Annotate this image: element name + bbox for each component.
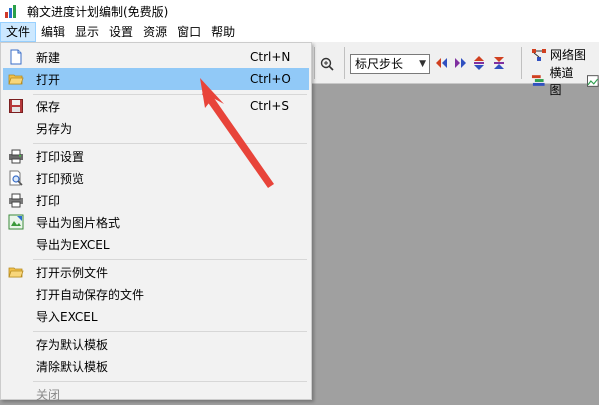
menu-icon-placeholder	[8, 336, 24, 352]
menu-item-shortcut: Ctrl+N	[250, 50, 291, 64]
menu-help[interactable]: 帮助	[206, 22, 240, 42]
menu-edit[interactable]: 编辑	[36, 22, 70, 42]
toolbar: 标尺步长 ▼ 网络图 横道图	[312, 42, 599, 97]
menu-item-label: 清除默认模板	[36, 359, 109, 374]
menu-item-new[interactable]: 新建 Ctrl+N	[3, 46, 309, 68]
menu-item-label: 打印设置	[36, 149, 85, 164]
menu-item-label: 导出为EXCEL	[36, 237, 110, 252]
menu-item-label: 导入EXCEL	[36, 309, 98, 324]
toolbar-separator	[314, 47, 315, 79]
menu-icon-placeholder	[8, 286, 24, 302]
image-icon[interactable]	[587, 75, 599, 87]
toolbar-separator	[344, 47, 345, 79]
zoom-icon[interactable]	[320, 57, 334, 71]
menu-item-save-as[interactable]: 另存为	[3, 117, 309, 139]
open-folder-icon	[8, 74, 24, 85]
menu-file[interactable]: 文件	[0, 22, 37, 42]
menu-item-open-example[interactable]: 打开示例文件	[3, 261, 309, 283]
menu-item-label: 存为默认模板	[36, 337, 109, 352]
menu-item-clear-template[interactable]: 清除默认模板	[3, 355, 309, 377]
export-image-icon	[8, 214, 24, 230]
gantt-view-button[interactable]: 横道图	[531, 64, 599, 98]
menu-item-print-preview[interactable]: 打印预览	[3, 167, 309, 189]
menu-separator	[33, 381, 307, 382]
menu-separator	[33, 331, 307, 332]
print-preview-icon	[9, 170, 23, 186]
menu-item-shortcut: Ctrl+S	[250, 99, 290, 113]
window-title: 翰文进度计划编制(免费版)	[27, 4, 169, 19]
step-forward-icon[interactable]	[453, 55, 467, 71]
network-view-button[interactable]: 网络图	[531, 46, 586, 63]
menu-item-label: 打印	[36, 193, 61, 208]
menu-item-export-excel[interactable]: 导出为EXCEL	[3, 233, 309, 255]
ruler-step-value: 标尺步长	[355, 57, 404, 71]
network-diagram-icon	[532, 48, 546, 61]
menu-icon-placeholder	[8, 236, 24, 252]
menu-view[interactable]: 显示	[70, 22, 104, 42]
step-back-icon[interactable]	[435, 55, 449, 71]
menu-item-shortcut: Ctrl+O	[250, 72, 291, 86]
menu-window[interactable]: 窗口	[172, 22, 206, 42]
app-logo-icon	[4, 3, 20, 19]
menu-item-open-autosave[interactable]: 打开自动保存的文件	[3, 283, 309, 305]
open-folder-icon	[8, 267, 24, 278]
menu-item-close: 关闭	[3, 383, 309, 405]
gantt-view-label: 横道图	[549, 66, 574, 97]
menu-item-label: 打印预览	[36, 171, 85, 186]
toolbar-separator	[521, 47, 522, 79]
menu-item-print-setup[interactable]: 打印设置	[3, 145, 309, 167]
menu-item-label: 导出为图片格式	[36, 215, 121, 230]
menu-bar: 文件 编辑 显示 设置 资源 窗口 帮助	[0, 22, 599, 42]
menu-icon-placeholder	[8, 120, 24, 136]
collapse-vertical-icon[interactable]	[492, 55, 506, 71]
new-file-icon	[10, 49, 22, 65]
menu-item-save-template[interactable]: 存为默认模板	[3, 333, 309, 355]
menu-item-label: 打开自动保存的文件	[36, 287, 145, 302]
menu-separator	[33, 259, 307, 260]
menu-item-open[interactable]: 打开 Ctrl+O	[3, 68, 309, 90]
file-menu-dropdown: 新建 Ctrl+N 打开 Ctrl+O 保存 Ctrl+S 另存为 打印设置 打…	[0, 42, 312, 402]
ruler-step-select[interactable]: 标尺步长 ▼	[350, 54, 430, 74]
menu-item-import-excel[interactable]: 导入EXCEL	[3, 305, 309, 327]
printer-setup-icon	[9, 149, 23, 164]
menu-resources[interactable]: 资源	[138, 22, 172, 42]
expand-vertical-icon[interactable]	[472, 55, 486, 71]
printer-icon	[9, 193, 23, 208]
network-view-label: 网络图	[550, 48, 587, 62]
menu-separator	[33, 143, 307, 144]
menu-item-label: 打开示例文件	[36, 265, 109, 280]
save-icon	[9, 99, 23, 113]
title-bar: 翰文进度计划编制(免费版)	[0, 0, 599, 22]
menu-item-print[interactable]: 打印	[3, 189, 309, 211]
menu-item-save[interactable]: 保存 Ctrl+S	[3, 95, 309, 117]
menu-icon-placeholder	[8, 308, 24, 324]
menu-item-export-image[interactable]: 导出为图片格式	[3, 211, 309, 233]
menu-item-label: 另存为	[36, 121, 73, 136]
gantt-chart-icon	[531, 75, 545, 86]
menu-icon-placeholder	[8, 358, 24, 374]
chevron-down-icon: ▼	[419, 59, 426, 69]
menu-settings[interactable]: 设置	[104, 22, 138, 42]
